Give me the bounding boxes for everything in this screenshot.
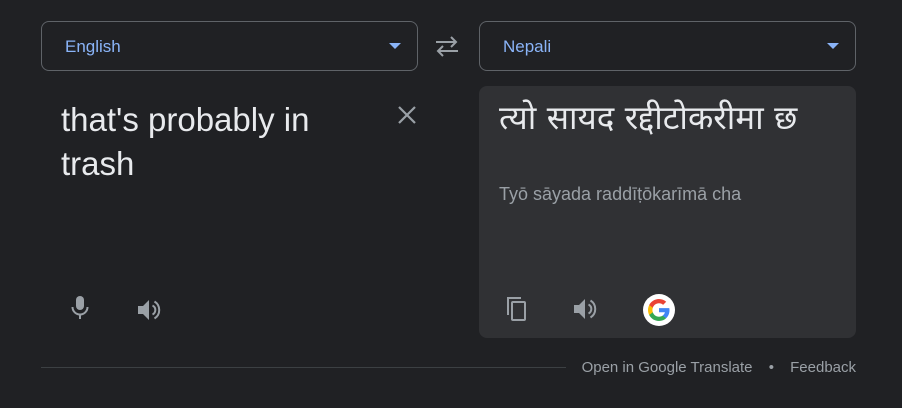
chevron-down-icon <box>389 43 401 49</box>
source-text-input[interactable]: that's probably in trash <box>61 98 381 186</box>
speaker-icon <box>138 300 161 320</box>
target-language-select[interactable]: Nepali <box>479 21 856 71</box>
target-language-label: Nepali <box>503 37 552 56</box>
swap-languages-button[interactable] <box>429 30 465 62</box>
translation-panel: त्यो सायद रद्दीटोकरीमा छ Tyō sāyada radd… <box>479 86 856 338</box>
voice-input-button[interactable] <box>64 292 96 324</box>
footer: Open in Google Translate • Feedback <box>582 359 856 376</box>
source-language-select[interactable]: English <box>41 21 418 71</box>
microphone-icon <box>71 296 89 319</box>
listen-translation-button[interactable] <box>570 293 602 325</box>
translated-text: त्यो सायद रद्दीटोकरीमा छ <box>499 98 798 137</box>
copy-icon <box>507 297 526 321</box>
speaker-icon <box>574 299 597 319</box>
copy-translation-button[interactable] <box>501 293 533 325</box>
footer-separator: • <box>768 359 774 376</box>
transliteration-text: Tyō sāyada raddīṭōkarīmā cha <box>499 184 742 204</box>
google-logo-button[interactable] <box>642 293 675 326</box>
google-logo-icon <box>643 294 675 326</box>
close-icon <box>398 106 416 124</box>
open-in-google-translate-link[interactable]: Open in Google Translate <box>582 359 753 376</box>
footer-divider <box>41 367 566 368</box>
clear-text-button[interactable] <box>394 102 420 128</box>
listen-source-button[interactable] <box>134 294 166 326</box>
feedback-link[interactable]: Feedback <box>790 359 856 376</box>
source-language-label: English <box>65 37 121 56</box>
chevron-down-icon <box>827 43 839 49</box>
swap-icon <box>436 36 458 57</box>
